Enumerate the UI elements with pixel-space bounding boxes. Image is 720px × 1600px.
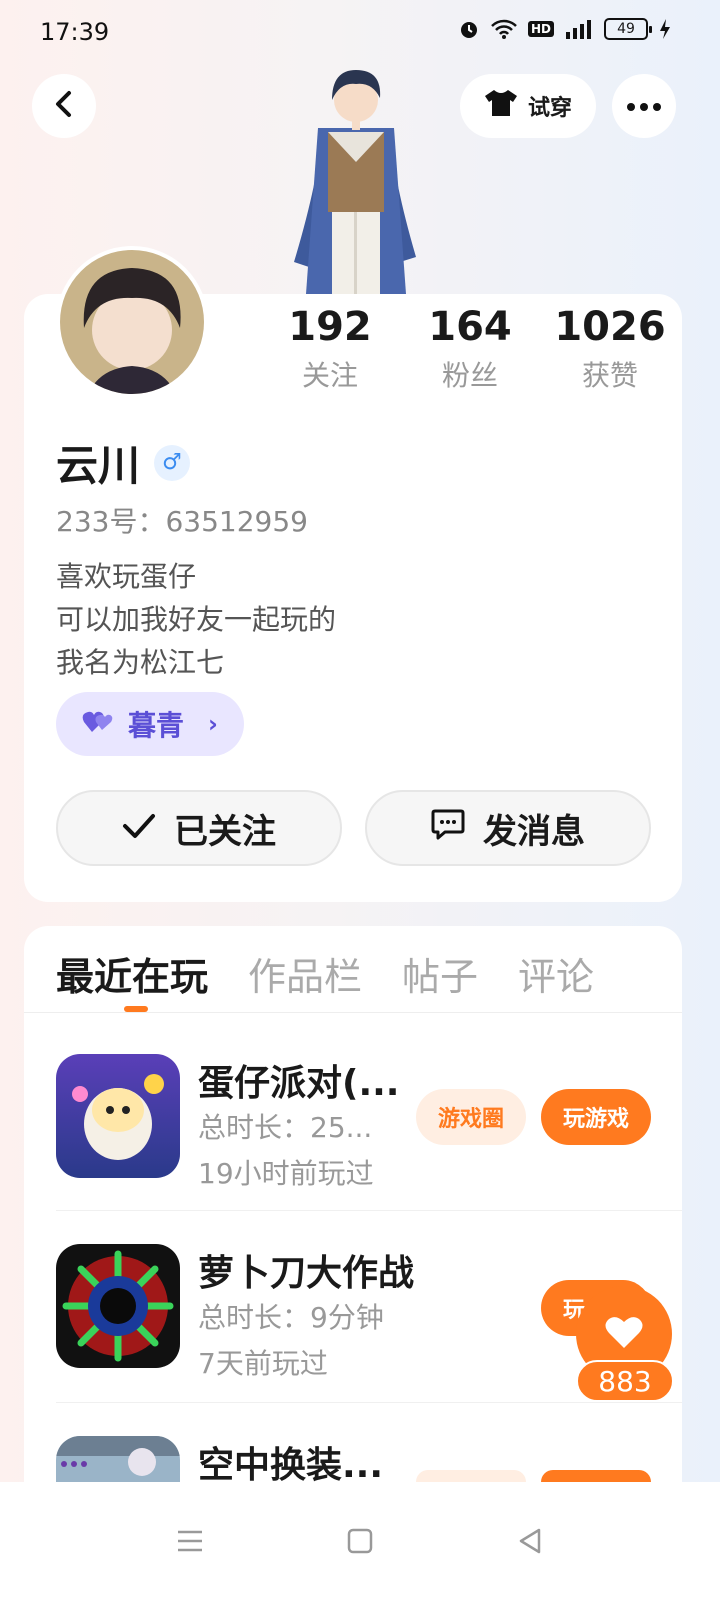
game-icon-radish-knife[interactable]: [56, 1244, 180, 1368]
like-count: 883: [576, 1360, 674, 1402]
bio-line: 喜欢玩蛋仔: [56, 560, 197, 593]
back-button[interactable]: [32, 74, 96, 138]
following-label: 已关注: [174, 811, 276, 852]
status-icons: HD 49: [458, 18, 672, 40]
stats-row: 192 关注 164 粉丝 1026 获赞: [270, 304, 670, 394]
user-bio: 喜欢玩蛋仔 可以加我好友一起玩的 我名为松江七: [56, 555, 336, 684]
charging-icon: [658, 18, 672, 40]
try-on-button[interactable]: 试穿: [460, 74, 596, 138]
wifi-icon: [490, 18, 518, 40]
game-last-played: 7天前玩过: [198, 1347, 328, 1380]
battery-indicator: 49: [604, 18, 652, 40]
row-divider: [56, 1402, 682, 1403]
chevron-right-icon: ›: [208, 710, 218, 738]
tab-posts[interactable]: 帖子: [402, 946, 478, 1001]
stat-following[interactable]: 192 关注: [270, 304, 390, 394]
tab-works[interactable]: 作品栏: [248, 946, 362, 1001]
game-circle-button[interactable]: 游戏圈: [416, 1089, 526, 1145]
stat-value: 192: [288, 304, 372, 350]
alarm-icon: [458, 18, 480, 40]
game-title: 萝卜刀大作战: [198, 1253, 415, 1294]
game-last-played: 19小时前玩过: [198, 1157, 374, 1190]
system-nav-bar: [0, 1482, 720, 1600]
game-icon-eggy-party[interactable]: [56, 1054, 180, 1178]
tag-label: 暮青: [128, 709, 185, 742]
more-options-button[interactable]: [612, 74, 676, 138]
male-gender-icon: ♂: [154, 444, 191, 481]
bio-line: 我名为松江七: [56, 646, 225, 679]
signal-icon: [564, 18, 594, 40]
avatar-3d-character[interactable]: [288, 62, 424, 294]
stat-value: 164: [428, 304, 512, 350]
stat-followers[interactable]: 164 粉丝: [410, 304, 530, 394]
relation-tag-button[interactable]: 暮青 ›: [56, 692, 244, 756]
hd-badge: HD: [527, 21, 554, 37]
status-time: 17:39: [40, 18, 110, 46]
game-title: 空中换装...: [198, 1445, 384, 1482]
following-button[interactable]: 已关注: [56, 790, 342, 866]
tab-recently-played[interactable]: 最近在玩: [56, 946, 208, 1001]
bio-line: 可以加我好友一起玩的: [56, 603, 337, 636]
tab-divider: [24, 1012, 682, 1013]
hearts-icon: [82, 708, 114, 741]
tshirt-icon: [484, 88, 518, 124]
profile-tabs: 最近在玩 作品栏 帖子 评论: [56, 946, 594, 1001]
game-title: 蛋仔派对(...: [198, 1063, 400, 1104]
more-dots-icon: [626, 97, 662, 116]
send-message-button[interactable]: 发消息: [365, 790, 651, 866]
checkmark-icon: [122, 808, 156, 848]
play-game-button[interactable]: [541, 1470, 651, 1482]
stat-value: 1026: [554, 304, 666, 350]
try-on-label: 试穿: [527, 96, 572, 121]
play-game-button[interactable]: 玩游戏: [541, 1089, 651, 1145]
stat-label: 粉丝: [441, 359, 498, 392]
chat-bubble-icon: [431, 808, 465, 849]
user-name: 云川: [56, 441, 141, 490]
tab-comments[interactable]: 评论: [518, 946, 594, 1001]
stat-likes[interactable]: 1026 获赞: [550, 304, 670, 394]
user-id[interactable]: 233号：63512959: [56, 500, 308, 540]
stat-label: 获赞: [581, 359, 638, 392]
row-divider: [56, 1210, 682, 1211]
status-bar: 17:39 HD 49: [0, 0, 720, 64]
name-row: 云川 ♂: [56, 432, 191, 493]
heart-icon: [604, 1314, 644, 1354]
back-nav-button[interactable]: [510, 1521, 550, 1561]
message-label: 发消息: [483, 811, 585, 852]
game-icon-dress-up[interactable]: [56, 1436, 180, 1482]
game-circle-button[interactable]: [416, 1470, 526, 1482]
menu-nav-button[interactable]: [170, 1521, 210, 1561]
back-arrow-icon: [52, 90, 76, 122]
home-nav-button[interactable]: [340, 1521, 380, 1561]
game-duration: 总时长：25...: [198, 1111, 373, 1144]
game-duration: 总时长：9分钟: [198, 1301, 384, 1334]
user-avatar[interactable]: [56, 246, 208, 398]
stat-label: 关注: [301, 359, 358, 392]
